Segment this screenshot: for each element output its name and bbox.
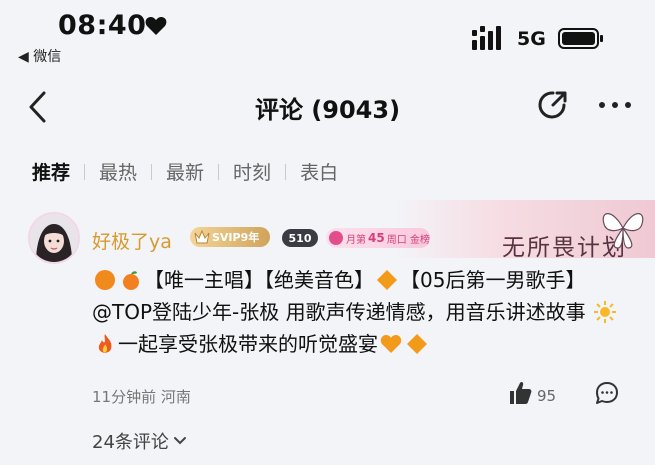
svip-badge-label: SVIP9年 [212, 231, 260, 244]
orange-heart-emoji-icon [380, 335, 402, 353]
avatar-image [30, 214, 78, 262]
rank-flower-icon [329, 231, 343, 245]
avatar[interactable] [28, 212, 80, 264]
tab-divider [84, 163, 86, 180]
tab-divider [151, 163, 153, 180]
battery-icon [558, 28, 603, 49]
signal-icon [472, 26, 501, 50]
rank-badge-suffix: 周口 金榜 [386, 234, 430, 246]
reply-comment-icon[interactable] [595, 381, 619, 405]
tab-recommended[interactable]: 推荐 [32, 158, 70, 185]
sun-emoji-icon [593, 301, 616, 323]
comment-text: 【唯一主唱】【绝美音色】 【05后第一男歌手】@TOP登陆少年-张极 用歌声传递情… [92, 264, 632, 360]
tab-moments[interactable]: 时刻 [233, 158, 271, 185]
comment-tabs: 推荐 最热 最新 时刻 表白 [32, 158, 338, 185]
rank-badge-prefix: 月第 [346, 234, 366, 246]
network-type: 5G [517, 28, 546, 50]
chevron-down-icon [173, 437, 186, 445]
tab-newest[interactable]: 最新 [166, 158, 204, 185]
rank-badge: 月第 45 周口 金榜 [326, 228, 430, 248]
tangerine-emoji-icon [123, 271, 139, 290]
status-time: 08:40 [58, 10, 147, 41]
comment-meta: 11分钟前 河南 [92, 388, 191, 406]
back-to-app-link[interactable]: ◀ 微信 [18, 46, 61, 66]
crown-icon [194, 229, 210, 244]
orange-diamond-emoji-icon [407, 334, 427, 354]
level-badge: 510 [282, 229, 318, 247]
tab-confession[interactable]: 表白 [300, 158, 338, 185]
more-icon[interactable] [598, 94, 632, 116]
user-name[interactable]: 好极了ya [92, 227, 172, 254]
svip-badge: SVIP9年 [190, 227, 270, 247]
view-replies-button[interactable]: 24条评论 [92, 428, 187, 454]
replies-label: 24条评论 [92, 432, 169, 453]
tab-divider [285, 163, 287, 180]
comment-text-part: 【唯一主唱】【绝美音色】 [144, 268, 374, 292]
fire-emoji-icon [98, 334, 112, 353]
butterfly-decoration-icon [602, 213, 644, 249]
heart-icon [145, 17, 167, 35]
tab-divider [218, 163, 220, 180]
rank-badge-number: 45 [368, 231, 385, 245]
tab-hottest[interactable]: 最热 [99, 158, 137, 185]
like-count: 95 [537, 387, 557, 405]
orange-diamond-emoji-icon [377, 270, 397, 290]
like-icon[interactable] [508, 380, 532, 406]
share-icon[interactable] [536, 88, 570, 122]
comment-text-part: 一起享受张极带来的听觉盛宴 [118, 332, 378, 356]
orange-circle-emoji-icon [95, 270, 115, 290]
